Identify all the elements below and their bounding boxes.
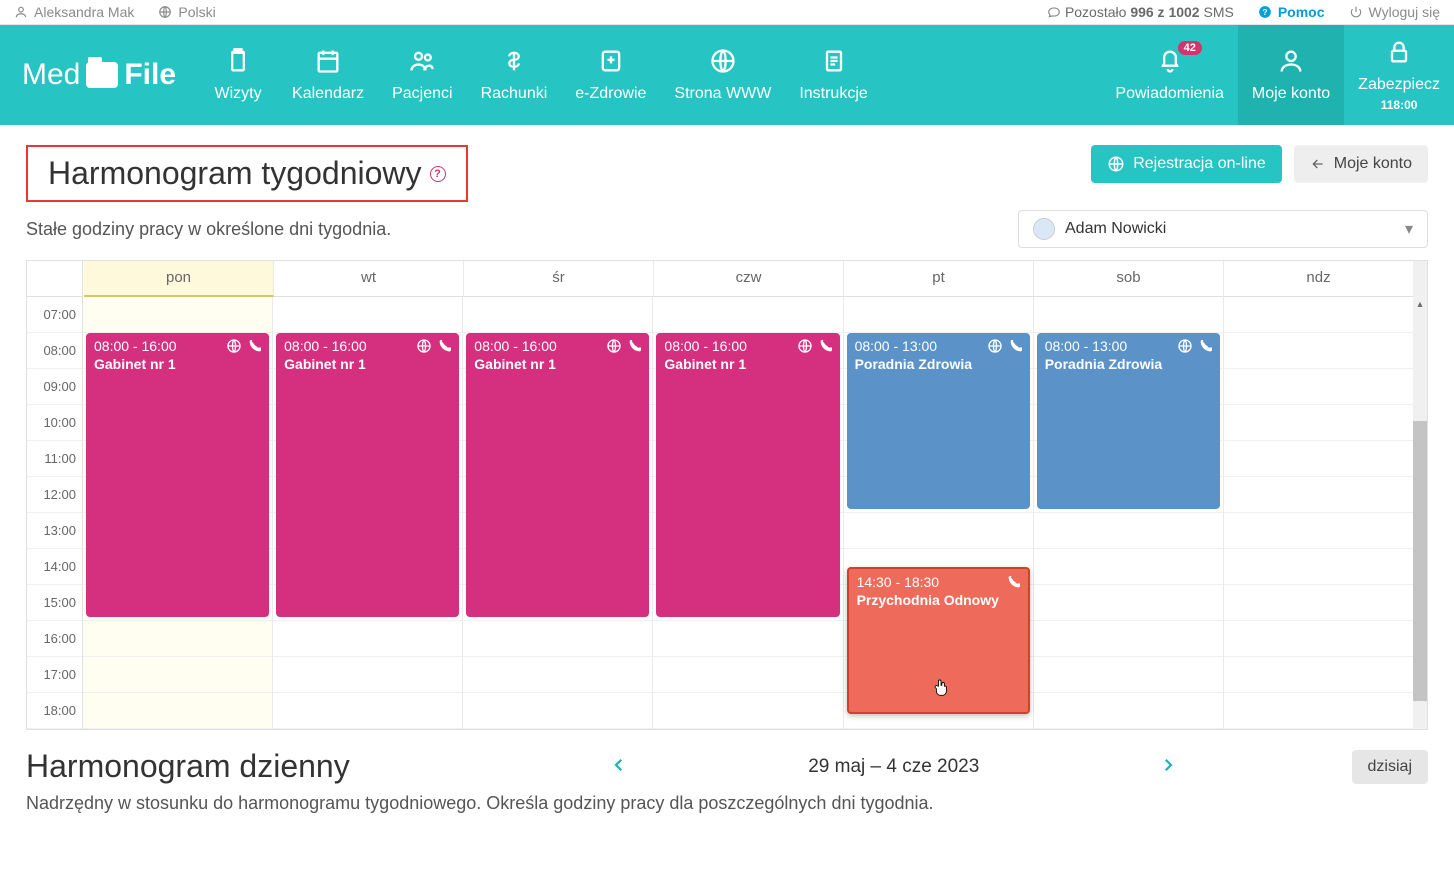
calendar-event[interactable]: 08:00 - 16:00Gabinet nr 1 (656, 333, 839, 617)
calendar-event[interactable]: 08:00 - 13:00Poradnia Zdrowia (847, 333, 1030, 509)
event-place: Gabinet nr 1 (474, 356, 641, 372)
help-link[interactable]: ? Pomoc (1258, 4, 1325, 20)
time-slot: 15:00 (27, 585, 82, 621)
time-slot: 09:00 (27, 369, 82, 405)
globe-icon (1107, 155, 1125, 173)
nav-item-2[interactable]: Pacjenci (378, 25, 466, 125)
nav-item-1[interactable]: Kalendarz (278, 25, 378, 125)
day-column[interactable] (1224, 297, 1413, 729)
day-column[interactable]: 08:00 - 16:00Gabinet nr 1 (463, 297, 653, 729)
time-slot: 12:00 (27, 477, 82, 513)
power-icon (1349, 5, 1363, 19)
help-circle-icon[interactable]: ? (430, 166, 446, 182)
nav-icon (709, 47, 737, 75)
language-link[interactable]: Polski (158, 4, 215, 20)
doctor-select[interactable]: Adam Nowicki ▾ (1018, 210, 1428, 248)
nav-item-6[interactable]: Instrukcje (785, 25, 881, 125)
day-column[interactable]: 08:00 - 16:00Gabinet nr 1 (83, 297, 273, 729)
chat-icon (1047, 5, 1061, 19)
nav-item-0[interactable]: Wizyty (198, 25, 278, 125)
my-account-button[interactable]: Moje konto (1294, 145, 1428, 183)
time-slot: 07:00 (27, 297, 82, 333)
time-slot: 14:00 (27, 549, 82, 585)
time-slot: 13:00 (27, 513, 82, 549)
event-place: Poradnia Zdrowia (1045, 356, 1212, 372)
top-bar: Aleksandra Mak Polski Pozostało 996 z 10… (0, 0, 1454, 25)
notification-badge: 42 (1178, 41, 1202, 55)
event-place: Przychodnia Odnowy (857, 592, 1020, 608)
nav-my-account[interactable]: Moje konto (1238, 25, 1344, 125)
next-week-button[interactable] (1159, 753, 1177, 781)
calendar-event[interactable]: 08:00 - 16:00Gabinet nr 1 (86, 333, 269, 617)
day-column[interactable]: 08:00 - 16:00Gabinet nr 1 (273, 297, 463, 729)
globe-icon (158, 5, 172, 19)
event-place: Poradnia Zdrowia (855, 356, 1022, 372)
nav-notifications[interactable]: 42 Powiadomienia (1101, 25, 1238, 125)
calendar-event[interactable]: 08:00 - 16:00Gabinet nr 1 (466, 333, 649, 617)
help-icon: ? (1258, 5, 1272, 19)
time-slot: 08:00 (27, 333, 82, 369)
user-link[interactable]: Aleksandra Mak (14, 4, 134, 20)
date-range: 29 maj – 4 cze 2023 (808, 756, 979, 778)
logout-link[interactable]: Wyloguj się (1349, 4, 1440, 20)
nav-icon (314, 47, 342, 75)
event-place: Gabinet nr 1 (284, 356, 451, 372)
time-column: 07:0008:0009:0010:0011:0012:0013:0014:00… (27, 261, 83, 729)
nav-icon (408, 47, 436, 75)
secure-time: 118:00 (1381, 98, 1418, 112)
calendar-event[interactable]: 08:00 - 13:00Poradnia Zdrowia (1037, 333, 1220, 509)
nav-icon (500, 47, 528, 75)
calendar-event[interactable]: 14:30 - 18:30 Przychodnia Odnowy (847, 567, 1030, 714)
prev-week-button[interactable] (610, 753, 628, 781)
nav-icon (597, 47, 625, 75)
logo[interactable]: MedFile (0, 25, 198, 125)
time-slot: 11:00 (27, 441, 82, 477)
weekly-calendar: 07:0008:0009:0010:0011:0012:0013:0014:00… (26, 260, 1428, 730)
folder-icon (86, 62, 118, 88)
time-slot: 16:00 (27, 621, 82, 657)
nav-icon (224, 47, 252, 75)
doctor-name: Adam Nowicki (1065, 220, 1166, 238)
nav-icon (820, 47, 848, 75)
nav-item-3[interactable]: Rachunki (467, 25, 562, 125)
daily-subtitle: Nadrzędny w stosunku do harmonogramu tyg… (0, 789, 1454, 826)
page-title: Harmonogram tygodniowy ? (48, 155, 446, 192)
main-nav: MedFile WizytyKalendarzPacjenciRachunkie… (0, 25, 1454, 125)
daily-title: Harmonogram dzienny (26, 748, 436, 785)
scroll-thumb[interactable] (1413, 421, 1427, 701)
event-time: 14:30 - 18:30 (857, 574, 1020, 590)
day-column[interactable]: 08:00 - 13:00Poradnia Zdrowia (1034, 297, 1224, 729)
person-icon (1277, 47, 1305, 75)
calendar-event[interactable]: 08:00 - 16:00Gabinet nr 1 (276, 333, 459, 617)
event-place: Gabinet nr 1 (94, 356, 261, 372)
time-slot: 17:00 (27, 657, 82, 693)
today-button[interactable]: dzisiaj (1352, 750, 1428, 784)
time-slot: 18:00 (27, 693, 82, 729)
svg-text:?: ? (1262, 8, 1267, 17)
arrow-left-icon (1310, 156, 1326, 172)
event-place: Gabinet nr 1 (664, 356, 831, 372)
chevron-down-icon: ▾ (1405, 219, 1413, 239)
page-subtitle: Stałe godziny pracy w określone dni tygo… (26, 219, 391, 240)
nav-item-5[interactable]: Strona WWW (660, 25, 785, 125)
cursor-hand-icon (931, 677, 951, 697)
nav-item-4[interactable]: e-Zdrowie (561, 25, 660, 125)
online-registration-button[interactable]: Rejestracja on-line (1091, 145, 1282, 183)
language-label: Polski (178, 4, 215, 20)
lock-icon (1385, 38, 1413, 66)
avatar (1033, 218, 1055, 240)
person-icon (14, 5, 28, 19)
scroll-up-icon[interactable]: ▴ (1413, 299, 1427, 310)
day-column[interactable]: 08:00 - 16:00Gabinet nr 1 (653, 297, 843, 729)
sms-status: Pozostało 996 z 1002 SMS (1047, 4, 1234, 20)
day-column[interactable]: 08:00 - 13:00Poradnia Zdrowia 14:30 - 18:… (844, 297, 1034, 729)
user-name: Aleksandra Mak (34, 4, 134, 20)
scrollbar[interactable]: ▴ (1413, 261, 1427, 729)
time-slot: 10:00 (27, 405, 82, 441)
page-title-highlight: Harmonogram tygodniowy ? (26, 145, 468, 202)
nav-secure[interactable]: Zabezpiecz 118:00 (1344, 25, 1454, 125)
